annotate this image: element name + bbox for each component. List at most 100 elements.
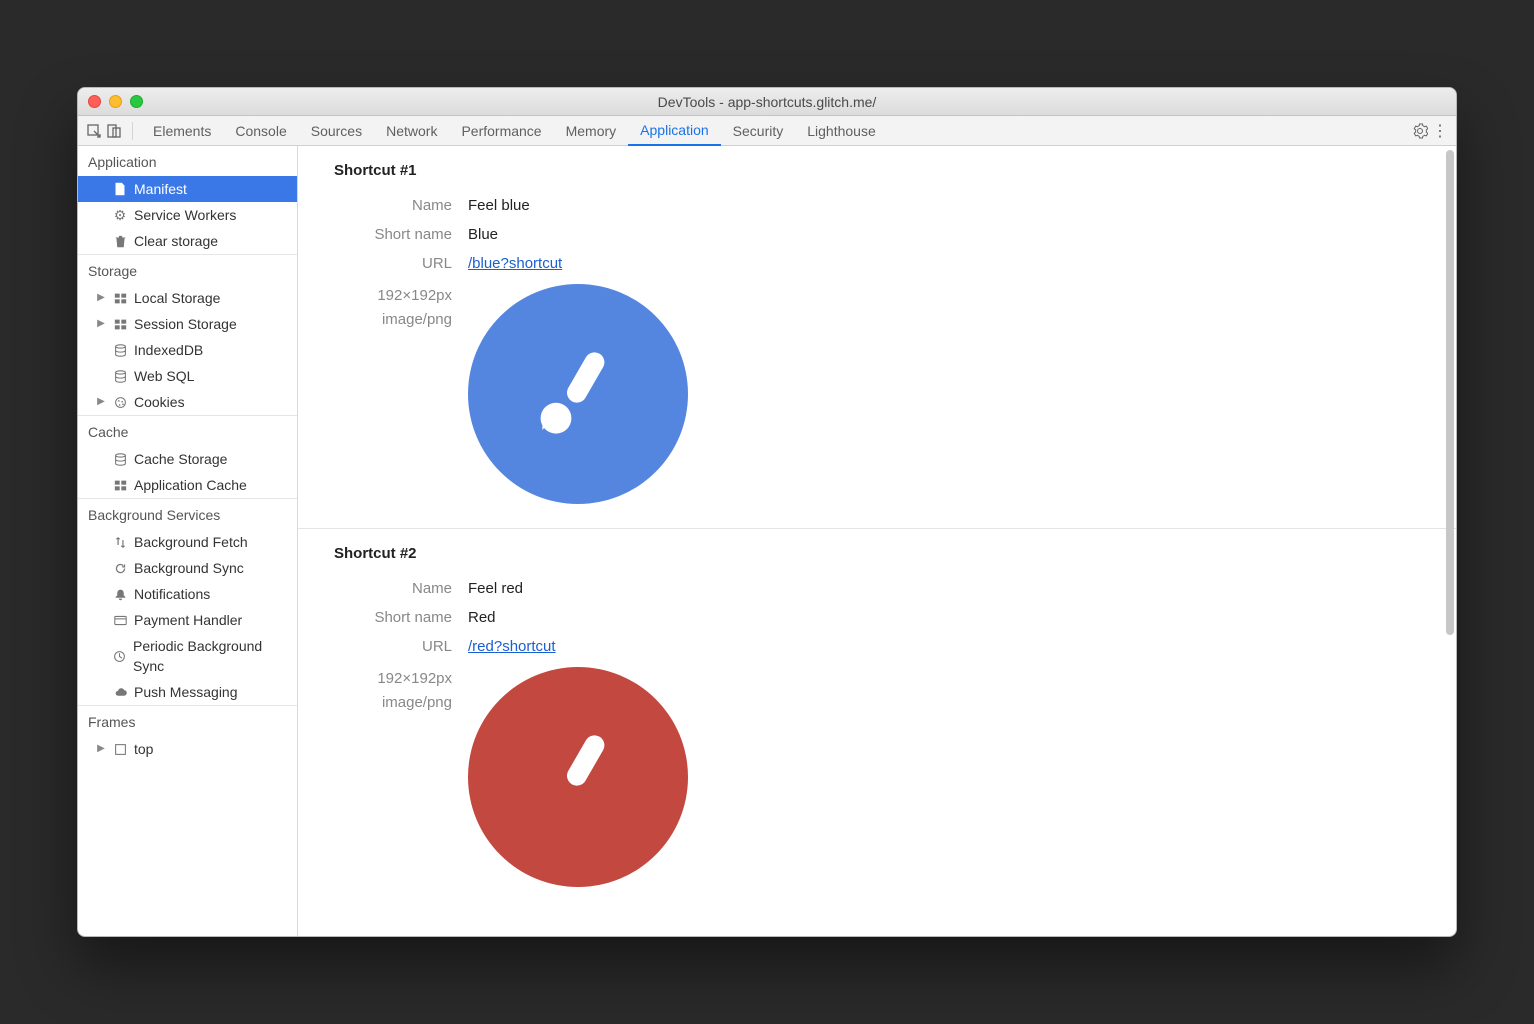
tab-console[interactable]: Console — [223, 116, 298, 146]
field-value: Blue — [468, 226, 498, 243]
card-icon — [112, 612, 128, 628]
url-link[interactable]: /blue?shortcut — [468, 255, 562, 272]
database-icon — [112, 368, 128, 384]
sidebar-item-label: Push Messaging — [134, 682, 238, 702]
scrollbar[interactable] — [1446, 150, 1454, 932]
sidebar-item-cookies[interactable]: ▶ Cookies — [78, 389, 297, 415]
devtools-tabbar: Elements Console Sources Network Perform… — [78, 116, 1456, 146]
sidebar-item-session-storage[interactable]: ▶ Session Storage — [78, 311, 297, 337]
sidebar-item-label: Local Storage — [134, 288, 220, 308]
group-frames: Frames — [78, 705, 297, 736]
tab-security[interactable]: Security — [721, 116, 796, 146]
icon-mime: image/png — [298, 691, 452, 715]
sidebar-item-service-workers[interactable]: ⚙ Service Workers — [78, 202, 297, 228]
group-storage: Storage — [78, 254, 297, 285]
shortcut-section: Shortcut #2 Name Feel red Short name Red… — [298, 529, 1456, 791]
more-icon[interactable]: ⋮ — [1430, 121, 1450, 141]
shortcut-icon — [468, 667, 688, 887]
chevron-right-icon: ▶ — [96, 739, 106, 759]
manifest-content: Shortcut #1 Name Feel blue Short name Bl… — [298, 146, 1456, 936]
sidebar-item-web-sql[interactable]: Web SQL — [78, 363, 297, 389]
group-application: Application — [78, 146, 297, 176]
trash-icon — [112, 233, 128, 249]
sidebar-item-clear-storage[interactable]: Clear storage — [78, 228, 297, 254]
sidebar-item-manifest[interactable]: Manifest — [78, 176, 297, 202]
sidebar-item-label: Manifest — [134, 179, 187, 199]
grid-icon — [112, 477, 128, 493]
icon-mime: image/png — [298, 308, 452, 332]
sidebar-item-indexeddb[interactable]: IndexedDB — [78, 337, 297, 363]
sidebar-item-label: Background Fetch — [134, 532, 248, 552]
cookie-icon — [112, 394, 128, 410]
url-link[interactable]: /red?shortcut — [468, 638, 556, 655]
sidebar-item-label: Web SQL — [134, 366, 194, 386]
sidebar-item-label: Service Workers — [134, 205, 236, 225]
gear-icon[interactable] — [1410, 121, 1430, 141]
sidebar-item-label: Periodic Background Sync — [133, 636, 291, 676]
field-label: Name — [298, 197, 468, 214]
tab-memory[interactable]: Memory — [554, 116, 629, 146]
sidebar-item-local-storage[interactable]: ▶ Local Storage — [78, 285, 297, 311]
sidebar-item-notifications[interactable]: Notifications — [78, 581, 297, 607]
section-heading: Shortcut #2 — [298, 545, 1456, 574]
field-value: Feel red — [468, 580, 523, 597]
tab-performance[interactable]: Performance — [449, 116, 553, 146]
tab-lighthouse[interactable]: Lighthouse — [795, 116, 888, 146]
frame-icon — [112, 741, 128, 757]
sidebar-item-background-fetch[interactable]: Background Fetch — [78, 529, 297, 555]
database-icon — [112, 451, 128, 467]
sidebar: Application Manifest ⚙ Service Workers C… — [78, 146, 298, 936]
scrollbar-thumb[interactable] — [1446, 150, 1454, 635]
grid-icon — [112, 290, 128, 306]
brush-icon — [523, 339, 633, 449]
sidebar-item-periodic-sync[interactable]: Periodic Background Sync — [78, 633, 297, 679]
tab-elements[interactable]: Elements — [141, 116, 223, 146]
database-icon — [112, 342, 128, 358]
sidebar-item-label: Session Storage — [134, 314, 237, 334]
titlebar: DevTools - app-shortcuts.glitch.me/ — [78, 88, 1456, 116]
field-label: URL — [298, 638, 468, 655]
sync-icon — [112, 560, 128, 576]
group-cache: Cache — [78, 415, 297, 446]
group-background: Background Services — [78, 498, 297, 529]
sidebar-item-payment-handler[interactable]: Payment Handler — [78, 607, 297, 633]
sidebar-item-label: Application Cache — [134, 475, 247, 495]
devtools-window: DevTools - app-shortcuts.glitch.me/ Elem… — [77, 87, 1457, 937]
inspect-icon[interactable] — [84, 121, 104, 141]
sidebar-item-label: Cache Storage — [134, 449, 227, 469]
brush-icon — [523, 722, 633, 832]
tab-network[interactable]: Network — [374, 116, 449, 146]
sidebar-item-push-messaging[interactable]: Push Messaging — [78, 679, 297, 705]
window-title: DevTools - app-shortcuts.glitch.me/ — [78, 94, 1456, 110]
field-value: Feel blue — [468, 197, 530, 214]
sidebar-item-top[interactable]: ▶ top — [78, 736, 297, 762]
tab-application[interactable]: Application — [628, 116, 721, 146]
shortcut-section: Shortcut #1 Name Feel blue Short name Bl… — [298, 146, 1456, 529]
section-heading: Shortcut #1 — [298, 162, 1456, 191]
chevron-right-icon: ▶ — [96, 392, 106, 412]
sidebar-item-label: IndexedDB — [134, 340, 203, 360]
field-value: Red — [468, 609, 496, 626]
field-label: Short name — [298, 226, 468, 243]
gear-icon: ⚙ — [112, 207, 128, 223]
tab-sources[interactable]: Sources — [299, 116, 374, 146]
sidebar-item-label: Clear storage — [134, 231, 218, 251]
field-label: Short name — [298, 609, 468, 626]
icon-size: 192×192px — [298, 667, 452, 691]
grid-icon — [112, 316, 128, 332]
icon-size: 192×192px — [298, 284, 452, 308]
clock-icon — [112, 648, 127, 664]
sidebar-item-cache-storage[interactable]: Cache Storage — [78, 446, 297, 472]
sidebar-item-label: top — [134, 739, 153, 759]
field-label: Name — [298, 580, 468, 597]
sidebar-item-background-sync[interactable]: Background Sync — [78, 555, 297, 581]
sidebar-item-label: Cookies — [134, 392, 185, 412]
cloud-icon — [112, 684, 128, 700]
sidebar-item-label: Background Sync — [134, 558, 244, 578]
transfer-icon — [112, 534, 128, 550]
file-icon — [112, 181, 128, 197]
sidebar-item-label: Payment Handler — [134, 610, 242, 630]
sidebar-item-label: Notifications — [134, 584, 210, 604]
sidebar-item-application-cache[interactable]: Application Cache — [78, 472, 297, 498]
device-toggle-icon[interactable] — [104, 121, 124, 141]
